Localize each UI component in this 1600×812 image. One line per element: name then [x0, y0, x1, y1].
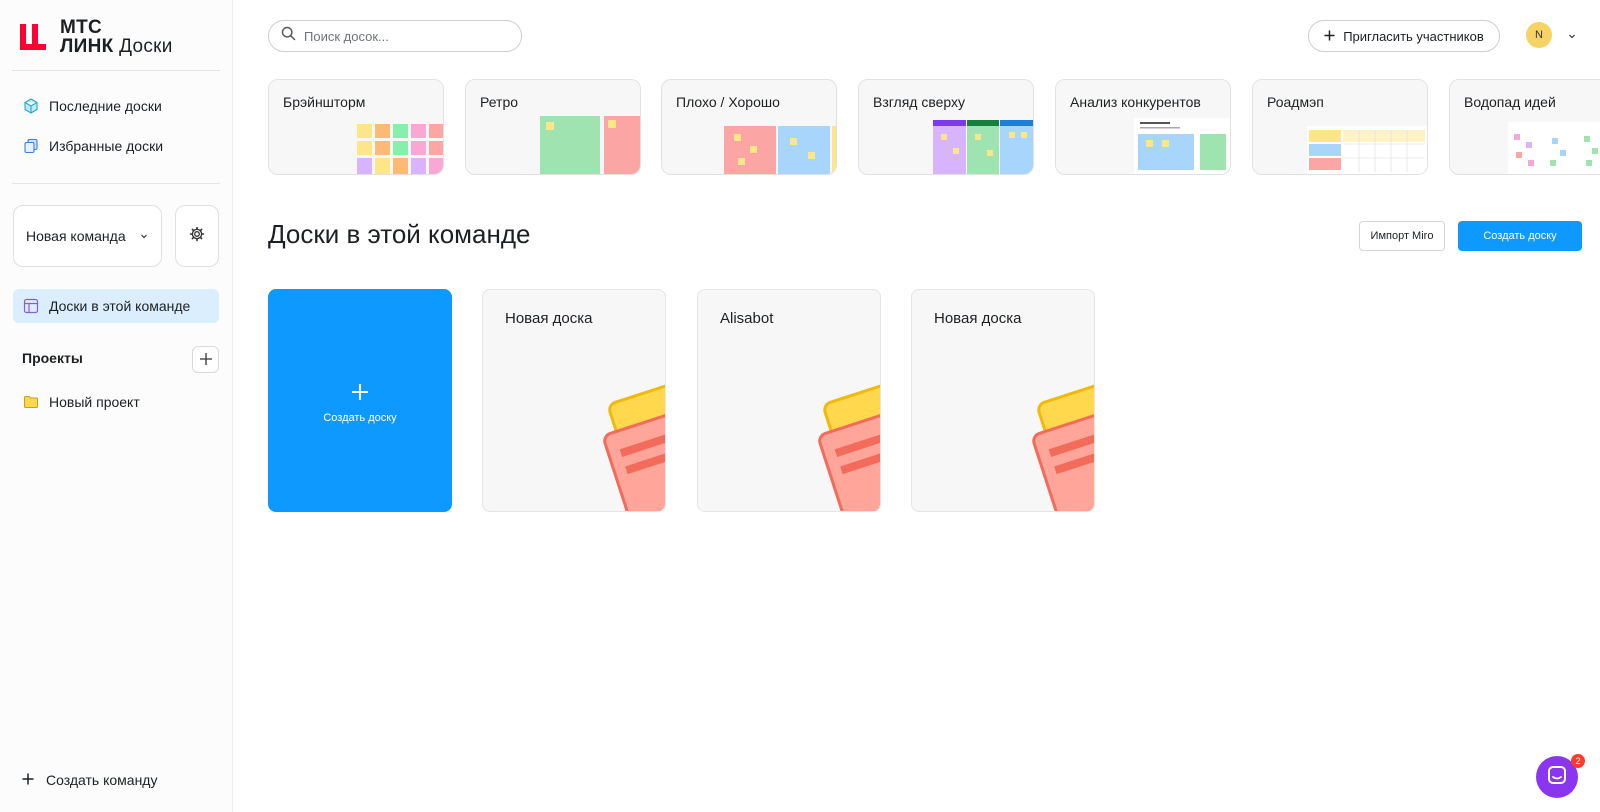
create-team-label: Создать команду [46, 772, 158, 788]
template-preview [1134, 118, 1230, 174]
search-input[interactable] [304, 28, 494, 44]
chat-icon [1547, 765, 1567, 790]
invite-members-label: Пригласить участников [1343, 28, 1484, 44]
plus-icon [199, 350, 213, 370]
board-title: Alisabot [720, 310, 774, 327]
team-settings-button[interactable] [175, 205, 219, 267]
template-preview [1508, 122, 1600, 174]
chevron-down-icon [139, 228, 149, 244]
notification-badge: 2 [1571, 754, 1585, 768]
template-title: Анализ конкурентов [1070, 94, 1201, 110]
template-card-brainstorm[interactable]: Брэйншторм [268, 79, 444, 175]
sidebar-item-label: Доски в этой команде [49, 298, 191, 314]
sidebar-divider [12, 70, 220, 71]
board-cards-illustration [1032, 381, 1094, 511]
projects-heading: Проекты [22, 350, 83, 366]
create-team-button[interactable]: Создать команду [22, 772, 157, 788]
sidebar-item-team-boards[interactable]: Доски в этой команде [13, 289, 219, 323]
template-preview [1307, 126, 1427, 174]
folder-icon [23, 394, 39, 410]
sidebar-divider [12, 183, 220, 184]
import-miro-button[interactable]: Импорт Miro [1359, 221, 1445, 251]
board-cards-illustration [603, 381, 665, 511]
project-item-label: Новый проект [49, 394, 140, 410]
plus-icon [22, 772, 34, 788]
create-board-button[interactable]: Создать доску [1458, 221, 1582, 251]
template-preview [724, 126, 836, 174]
board-cards-illustration [818, 381, 880, 511]
team-select[interactable]: Новая команда [13, 205, 162, 267]
sidebar-item-label: Избранные доски [49, 138, 164, 154]
template-title: Водопад идей [1464, 94, 1556, 110]
project-item[interactable]: Новый проект [13, 385, 219, 419]
template-card-ideas-waterfall[interactable]: Водопад идей [1449, 79, 1600, 175]
template-preview [933, 120, 1033, 174]
chevron-down-icon[interactable] [1567, 28, 1577, 46]
cube-icon [23, 98, 39, 114]
stack-icon [23, 138, 39, 154]
template-preview [357, 124, 443, 174]
template-title: Роадмэп [1267, 94, 1324, 110]
search-icon [281, 26, 296, 46]
invite-members-button[interactable]: Пригласить участников [1308, 20, 1500, 52]
plus-icon [351, 378, 369, 406]
template-card-bad-good[interactable]: Плохо / Хорошо [661, 79, 837, 175]
template-title: Ретро [480, 94, 519, 110]
logo[interactable]: МТС ЛИНК Доски [18, 18, 173, 56]
sidebar-item-label: Последние доски [49, 98, 162, 114]
board-card[interactable]: Новая доска [482, 289, 666, 512]
sidebar-item-recent[interactable]: Последние доски [13, 89, 219, 123]
team-select-value: Новая команда [26, 228, 126, 244]
template-card-roadmap[interactable]: Роадмэп [1252, 79, 1428, 175]
create-board-card-label: Создать доску [323, 411, 397, 424]
template-card-retro[interactable]: Ретро [465, 79, 641, 175]
board-layout-icon [23, 298, 39, 314]
template-card-competitor-analysis[interactable]: Анализ конкурентов [1055, 79, 1231, 175]
board-card[interactable]: Новая доска [911, 289, 1095, 512]
search-field[interactable] [268, 20, 522, 52]
sidebar-item-favorites[interactable]: Избранные доски [13, 129, 219, 163]
create-board-card[interactable]: Создать доску [268, 289, 452, 512]
add-project-button[interactable] [192, 346, 219, 373]
page-title: Доски в этой команде [268, 219, 531, 249]
logo-text: МТС ЛИНК Доски [60, 17, 173, 57]
board-title: Новая доска [505, 310, 593, 327]
template-title: Плохо / Хорошо [676, 94, 780, 110]
gear-icon [189, 226, 205, 247]
board-title: Новая доска [934, 310, 1022, 327]
mts-logo-icon [20, 24, 46, 50]
avatar[interactable]: N [1526, 22, 1552, 48]
template-title: Брэйншторм [283, 94, 366, 110]
board-card[interactable]: Alisabot [697, 289, 881, 512]
sidebar: МТС ЛИНК Доски Последние доски Избранные… [0, 0, 233, 812]
template-title: Взгляд сверху [873, 94, 966, 110]
plus-icon [1324, 29, 1335, 44]
template-card-overview[interactable]: Взгляд сверху [858, 79, 1034, 175]
template-preview [540, 116, 640, 174]
